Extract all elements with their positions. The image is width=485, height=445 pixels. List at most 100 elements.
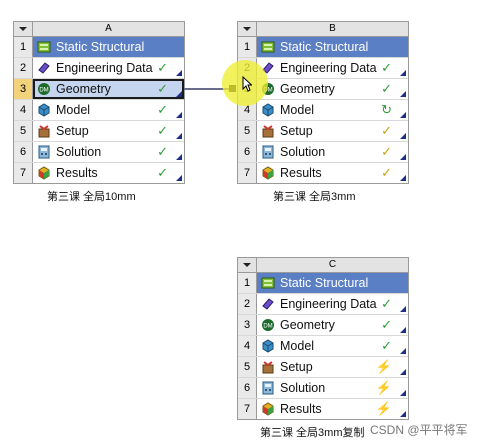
cell-label: Engineering Data xyxy=(56,61,153,75)
setup-icon xyxy=(38,125,50,138)
results-cell[interactable]: Results ✓ xyxy=(33,163,184,183)
refresh-required-icon: ↻ xyxy=(381,102,392,117)
engineering-data-cell[interactable]: Engineering Data ✓ xyxy=(33,58,184,78)
check-icon: ✓ xyxy=(157,102,168,117)
corner-marker-icon xyxy=(400,154,406,160)
cell-label: Geometry xyxy=(280,82,335,96)
check-update-icon: ✓ xyxy=(381,144,392,159)
corner-marker-icon xyxy=(176,112,182,118)
results-cell[interactable]: Results ✓ xyxy=(257,163,408,183)
system-menu-toggle[interactable] xyxy=(238,22,257,36)
cell-row-5[interactable]: 5 Setup ⚡ xyxy=(238,357,408,378)
engineering-data-cell[interactable]: Engineering Data ✓ xyxy=(257,294,408,314)
static-structural-cell[interactable]: Static Structural xyxy=(33,37,184,57)
cell-row-5[interactable]: 5 Setup ✓ xyxy=(238,121,408,142)
cell-row-7[interactable]: 7 Results ⚡ xyxy=(238,399,408,419)
check-icon: ✓ xyxy=(381,317,392,332)
geometry-cell[interactable]: DM Geometry ✓ xyxy=(257,315,408,335)
cell-row-5[interactable]: 5 Setup ✓ xyxy=(14,121,184,142)
model-cell[interactable]: Model ✓ xyxy=(33,100,184,120)
cell-row-1[interactable]: 1 Static Structural xyxy=(238,273,408,294)
row-number: 1 xyxy=(238,37,257,57)
row-number: 6 xyxy=(14,142,33,162)
corner-marker-icon xyxy=(176,133,182,139)
lightning-icon: ⚡ xyxy=(375,401,392,416)
results-icon xyxy=(262,402,274,416)
static-structural-cell[interactable]: Static Structural xyxy=(257,37,408,57)
cell-row-6[interactable]: 6 Solution ⚡ xyxy=(238,378,408,399)
solution-cell[interactable]: Solution ✓ xyxy=(33,142,184,162)
geometry-cell[interactable]: DM Geometry ✓ xyxy=(33,79,184,99)
system-menu-toggle[interactable] xyxy=(238,258,257,272)
system-a-name[interactable]: 第三课 全局10mm xyxy=(47,188,136,204)
corner-marker-icon xyxy=(176,175,182,181)
system-c-name[interactable]: 第三课 全局3mm复制 xyxy=(260,424,365,440)
svg-text:DM: DM xyxy=(39,88,48,94)
cell-row-6[interactable]: 6 Solution ✓ xyxy=(238,142,408,163)
system-menu-toggle[interactable] xyxy=(14,22,33,36)
solution-cell[interactable]: Solution ⚡ xyxy=(257,378,408,398)
check-icon: ✓ xyxy=(157,144,168,159)
model-icon xyxy=(262,339,274,353)
setup-cell[interactable]: Setup ✓ xyxy=(33,121,184,141)
cell-label: Engineering Data xyxy=(280,297,377,311)
static-structural-icon xyxy=(261,41,275,53)
cell-row-3[interactable]: 3 DM Geometry ✓ xyxy=(14,79,184,100)
setup-cell[interactable]: Setup ⚡ xyxy=(257,357,408,377)
corner-marker-icon xyxy=(400,369,406,375)
check-update-icon: ✓ xyxy=(381,123,392,138)
model-cell[interactable]: Model ✓ xyxy=(257,336,408,356)
row-number: 5 xyxy=(238,357,257,377)
cell-row-4[interactable]: 4 Model ✓ xyxy=(14,100,184,121)
system-letter: B xyxy=(329,23,336,34)
cell-label: Model xyxy=(280,339,315,353)
cell-row-6[interactable]: 6 Solution ✓ xyxy=(14,142,184,163)
cell-row-2[interactable]: 2 Engineering Data ✓ xyxy=(14,58,184,79)
system-c[interactable]: C 1 Static Structural 2 Engineering Data… xyxy=(237,257,409,420)
cell-row-4[interactable]: 4 Model ↻ xyxy=(238,100,408,121)
cell-label: Model xyxy=(56,103,91,117)
cell-label: Results xyxy=(56,166,98,180)
setup-cell[interactable]: Setup ✓ xyxy=(257,121,408,141)
cell-label: Static Structural xyxy=(280,40,369,54)
geometry-cell[interactable]: DM Geometry ✓ xyxy=(257,79,408,99)
corner-marker-icon xyxy=(400,390,406,396)
cell-label: Results xyxy=(280,166,322,180)
row-number: 2 xyxy=(14,58,33,78)
system-header: C xyxy=(238,258,408,273)
row-number: 6 xyxy=(238,378,257,398)
static-structural-cell[interactable]: Static Structural xyxy=(257,273,408,293)
check-icon: ✓ xyxy=(381,338,392,353)
cell-label: Static Structural xyxy=(56,40,145,54)
cell-label: Static Structural xyxy=(280,276,369,290)
system-b[interactable]: B 1 Static Structural 2 Engineering Data… xyxy=(237,21,409,184)
corner-marker-icon xyxy=(400,348,406,354)
model-icon xyxy=(262,103,274,117)
cell-label: Solution xyxy=(280,145,326,159)
corner-marker-icon xyxy=(400,133,406,139)
cell-row-1[interactable]: 1 Static Structural xyxy=(14,37,184,58)
corner-marker-icon xyxy=(176,154,182,160)
row-number: 7 xyxy=(238,399,257,419)
system-letter: C xyxy=(328,259,337,270)
cell-label: Setup xyxy=(56,124,89,138)
row-number: 7 xyxy=(14,163,33,183)
corner-marker-icon xyxy=(176,91,182,97)
cell-row-2[interactable]: 2 Engineering Data ✓ xyxy=(238,294,408,315)
cell-row-3[interactable]: 3 DM Geometry ✓ xyxy=(238,315,408,336)
cell-row-7[interactable]: 7 Results ✓ xyxy=(14,163,184,183)
row-number: 3 xyxy=(238,315,257,335)
solution-icon xyxy=(262,381,274,395)
model-cell[interactable]: Model ↻ xyxy=(257,100,408,120)
row-number: 2 xyxy=(238,294,257,314)
corner-marker-icon xyxy=(176,70,182,76)
results-cell[interactable]: Results ⚡ xyxy=(257,399,408,419)
cell-row-4[interactable]: 4 Model ✓ xyxy=(238,336,408,357)
engineering-data-cell[interactable]: Engineering Data ✓ xyxy=(257,58,408,78)
solution-cell[interactable]: Solution ✓ xyxy=(257,142,408,162)
system-a[interactable]: A 1 Static Structural 2 Engineering Data… xyxy=(13,21,185,184)
row-number: 1 xyxy=(14,37,33,57)
cell-row-1[interactable]: 1 Static Structural xyxy=(238,37,408,58)
system-b-name[interactable]: 第三课 全局3mm xyxy=(273,188,356,204)
cell-row-7[interactable]: 7 Results ✓ xyxy=(238,163,408,183)
